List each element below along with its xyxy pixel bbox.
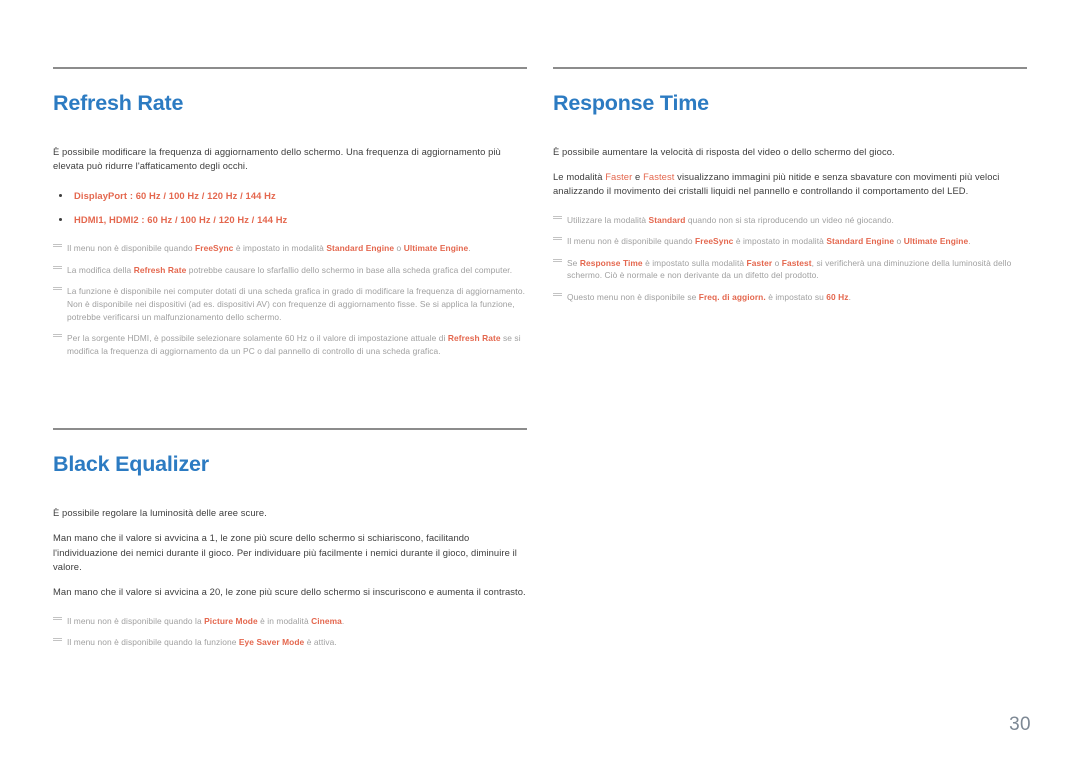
body-paragraph: Man mano che il valore si avvicina a 1, … xyxy=(53,532,517,572)
bullet-dot-icon xyxy=(59,194,62,198)
bullet-dot-icon xyxy=(59,218,62,222)
menu-term: FreeSync xyxy=(695,236,734,247)
text-run: Utilizzare la modalità xyxy=(567,214,649,225)
text-run: è impostato sulla modalità xyxy=(642,257,747,268)
section-heading: Refresh Rate xyxy=(53,91,184,115)
note-note-freesync-rt: Il menu non è disponibile quando FreeSyn… xyxy=(553,235,1027,248)
text-run: Il menu non è disponibile quando la funz… xyxy=(67,637,239,648)
menu-term: Freq. di aggiorn. xyxy=(698,291,766,302)
note-dash-icon xyxy=(53,244,62,246)
menu-term: Cinema xyxy=(311,615,342,626)
bullet-item: HDMI1, HDMI2 : 60 Hz / 100 Hz / 120 Hz /… xyxy=(53,213,527,227)
section-heading: Response Time xyxy=(553,91,709,115)
menu-term: Refresh Rate xyxy=(133,264,187,275)
bullet-label: DisplayPort : 60 Hz / 100 Hz / 120 Hz / … xyxy=(74,190,276,202)
text-run: Il menu non è disponibile quando xyxy=(67,243,196,254)
note-note-picture-mode: Il menu non è disponibile quando la Pict… xyxy=(53,615,527,628)
note-dash-icon xyxy=(53,638,62,640)
menu-term: Refresh Rate xyxy=(447,333,501,344)
note-dash-icon xyxy=(53,265,62,267)
menu-term: Picture Mode xyxy=(204,615,258,626)
menu-term: Response Time xyxy=(579,257,643,268)
text-run: . xyxy=(468,243,471,254)
section-rule xyxy=(53,67,527,69)
note-dash-icon xyxy=(553,258,562,260)
text-run: o xyxy=(772,257,782,268)
note-note-freesync: Il menu non è disponibile quando FreeSyn… xyxy=(53,242,527,255)
menu-term: Standard Engine xyxy=(826,236,895,247)
section-black-equalizer: Black Equalizer È possibile regolare la l… xyxy=(53,428,527,648)
menu-term: Ultimate Engine xyxy=(403,243,469,254)
note-dash-icon xyxy=(553,215,562,217)
menu-term: Eye Saver Mode xyxy=(238,637,305,648)
document-page: Refresh Rate È possibile modificare la fr… xyxy=(0,0,1080,763)
text-run: e xyxy=(632,170,644,182)
section-rule xyxy=(553,67,1027,69)
text-run: è impostato in modalità xyxy=(733,236,827,247)
text-run: . xyxy=(341,615,345,626)
note-dash-icon xyxy=(53,334,62,336)
note-note-standard-mode: Utilizzare la modalità Standard quando n… xyxy=(553,214,1027,227)
note-subline: Non è disponibile nei dispositivi (ad es… xyxy=(67,299,515,322)
text-run: È possibile aumentare la velocità di ris… xyxy=(553,145,895,157)
text-run: è impostato su xyxy=(765,291,827,302)
text-run: o xyxy=(894,236,904,247)
page-number: 30 xyxy=(1009,714,1031,735)
note-note-flicker: La modifica della Refresh Rate potrebbe … xyxy=(53,264,527,277)
body-paragraph: Man mano che il valore si avvicina a 20,… xyxy=(53,586,526,598)
note-dash-icon xyxy=(53,287,62,289)
text-run: La modifica della xyxy=(67,264,134,275)
menu-term: Faster xyxy=(746,257,773,268)
text-run: Per la sorgente HDMI, è possibile selezi… xyxy=(67,333,448,344)
note-dash-icon xyxy=(553,292,562,294)
text-run: . xyxy=(848,291,851,302)
body-paragraph: Le modalità Faster e Fastest visualizzan… xyxy=(553,170,1027,199)
note-note-freq-aggiorn: Questo menu non è disponibile se Freq. d… xyxy=(553,291,1027,304)
text-run: Questo menu non è disponibile se xyxy=(567,291,699,302)
menu-term: Fastest xyxy=(781,257,812,268)
text-run: è impostato in modalità xyxy=(233,243,327,254)
text-run: Il menu non è disponibile quando xyxy=(567,236,696,247)
left-column: Refresh Rate È possibile modificare la fr… xyxy=(53,67,527,649)
bullet-label: HDMI1, HDMI2 : 60 Hz / 100 Hz / 120 Hz /… xyxy=(74,214,288,226)
text-run: Se xyxy=(567,257,580,268)
note-dash-icon xyxy=(553,237,562,239)
menu-term: 60 Hz xyxy=(826,291,849,302)
body-paragraph: È possibile aumentare la velocità di ris… xyxy=(553,145,1027,159)
menu-term: Fastest xyxy=(643,170,675,182)
body-paragraph: È possibile regolare la luminosità delle… xyxy=(53,507,267,519)
section-response-time: Response Time È possibile aumentare la ve… xyxy=(553,67,1027,304)
text-run: La funzione è disponibile nei computer d… xyxy=(67,286,526,297)
text-run: Le modalità xyxy=(553,170,606,182)
menu-term: Standard xyxy=(648,214,686,225)
text-run: è attiva. xyxy=(304,637,337,648)
note-note-brightness: Se Response Time è impostato sulla modal… xyxy=(553,257,1027,282)
section-refresh-rate: Refresh Rate È possibile modificare la fr… xyxy=(53,67,527,357)
text-run: o xyxy=(394,243,404,254)
menu-term: Faster xyxy=(605,170,633,182)
note-note-eye-saver: Il menu non è disponibile quando la funz… xyxy=(53,636,527,649)
bullet-list: DisplayPort : 60 Hz / 100 Hz / 120 Hz / … xyxy=(53,189,527,227)
body-paragraph: È possibile modificare la frequenza di a… xyxy=(53,145,501,171)
bullet-item: DisplayPort : 60 Hz / 100 Hz / 120 Hz / … xyxy=(53,189,527,203)
menu-term: Ultimate Engine xyxy=(903,236,969,247)
note-note-hdmi-source: Per la sorgente HDMI, è possibile selezi… xyxy=(53,332,527,357)
note-note-graphics-card: La funzione è disponibile nei computer d… xyxy=(53,285,527,323)
menu-term: Standard Engine xyxy=(326,243,395,254)
text-run: . xyxy=(968,236,971,247)
menu-term: FreeSync xyxy=(195,243,234,254)
section-rule xyxy=(53,428,527,431)
text-run: Il menu non è disponibile quando la xyxy=(67,615,205,626)
note-dash-icon xyxy=(53,616,62,618)
section-heading: Black Equalizer xyxy=(53,452,209,477)
text-run: è in modalità xyxy=(257,615,312,626)
right-column: Response Time È possibile aumentare la ve… xyxy=(553,67,1027,304)
text-run: potrebbe causare lo sfarfallio dello sch… xyxy=(186,264,513,275)
text-run: quando non si sta riproducendo un video … xyxy=(685,214,894,225)
